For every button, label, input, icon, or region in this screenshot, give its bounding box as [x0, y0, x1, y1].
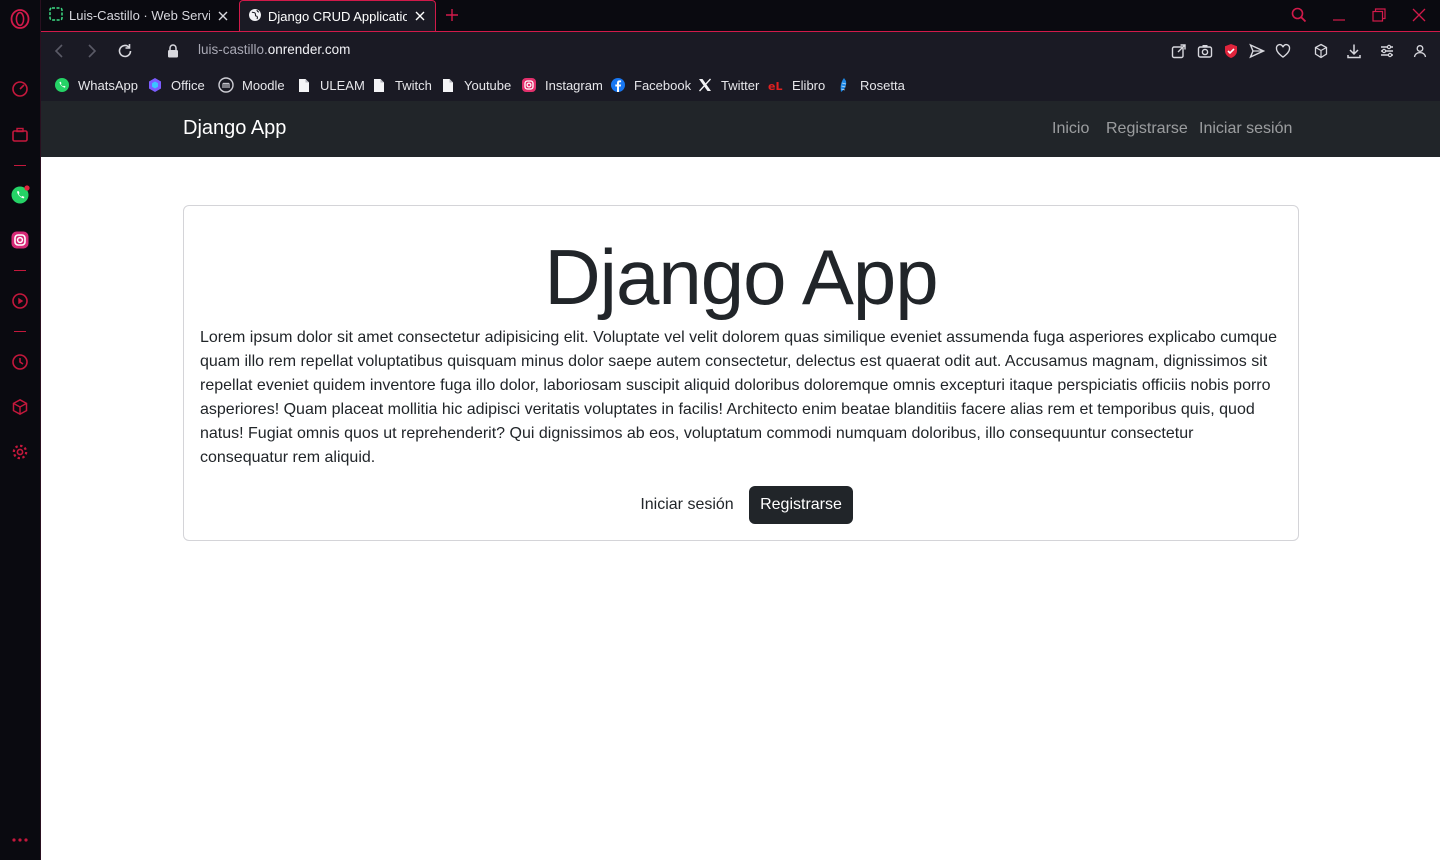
forward-arrow-icon[interactable]: [81, 40, 103, 62]
tab-title: Django CRUD Application: [268, 8, 407, 24]
svg-text:eL: eL: [768, 80, 782, 93]
elibro-icon: eL: [768, 77, 784, 93]
nav-link-registrarse[interactable]: Registrarse: [1106, 120, 1188, 138]
instagram-sidebar-icon[interactable]: [9, 229, 31, 251]
bookmark-label: Twitter: [721, 77, 760, 93]
close-icon[interactable]: [413, 9, 427, 23]
bookmark-youtube[interactable]: Youtube: [440, 75, 511, 95]
page-icon: [371, 77, 387, 93]
hero-card: Django App Lorem ipsum dolor sit amet co…: [183, 205, 1299, 541]
url-field[interactable]: luis-castillo.onrender.com: [198, 42, 350, 57]
sidebar-divider: [14, 331, 26, 332]
bookmark-uleam[interactable]: ULEAM: [296, 75, 365, 95]
close-icon[interactable]: [216, 9, 230, 23]
camera-icon[interactable]: [1195, 41, 1215, 61]
bookmark-label: Youtube: [464, 77, 512, 93]
page-icon: [296, 77, 312, 93]
bookmark-label: Moodle: [242, 77, 285, 93]
heart-icon[interactable]: [1273, 41, 1293, 61]
easy-setup-icon[interactable]: [1377, 41, 1397, 61]
url-prefix: luis-castillo.: [198, 42, 268, 57]
hero-body-text: Lorem ipsum dolor sit amet consectetur a…: [200, 329, 1278, 466]
bookmark-instagram[interactable]: Instagram: [521, 75, 603, 95]
bookmarks-bar: WhatsApp Office Moodle ULEAM Twitch Yout…: [41, 69, 1440, 101]
office-icon: [147, 77, 163, 93]
bookmark-label: ULEAM: [320, 77, 365, 93]
whatsapp-sidebar-icon[interactable]: [9, 184, 31, 206]
new-tab-plus-icon[interactable]: [441, 4, 463, 26]
bookmark-label: Rosetta: [860, 77, 905, 93]
restore-icon[interactable]: [1367, 4, 1391, 26]
bookmark-label: Facebook: [634, 77, 692, 93]
bookmark-label: Twitch: [395, 77, 432, 93]
sidebar-divider: [14, 165, 26, 166]
nav-link-inicio[interactable]: Inicio: [1052, 120, 1089, 138]
bookmark-label: Office: [171, 77, 205, 93]
bookmark-twitch[interactable]: Twitch: [371, 75, 432, 95]
bookmark-office[interactable]: Office: [147, 75, 205, 95]
opera-logo-icon[interactable]: [9, 8, 31, 30]
web-page: Django App Inicio Registrarse Iniciar se…: [41, 101, 1440, 860]
instagram-icon: [521, 77, 537, 93]
tab-title: Luis-Castillo · Web Service: [69, 8, 210, 23]
tab-strip: Luis-Castillo · Web Service Django CRUD …: [41, 0, 1440, 31]
share-icon[interactable]: [1169, 41, 1189, 61]
search-tabs-icon[interactable]: [1287, 4, 1311, 26]
register-button[interactable]: Registrarse: [749, 486, 853, 524]
bookmark-label: WhatsApp: [78, 77, 138, 93]
back-arrow-icon[interactable]: [48, 40, 70, 62]
bookmark-elibro[interactable]: eL Elibro: [768, 75, 825, 95]
site-navbar: Django App Inicio Registrarse Iniciar se…: [41, 101, 1440, 157]
facebook-icon: [610, 77, 626, 93]
minimize-icon[interactable]: [1327, 4, 1351, 26]
reload-icon[interactable]: [114, 40, 136, 62]
close-window-icon[interactable]: [1407, 4, 1431, 26]
url-domain: onrender.com: [267, 42, 351, 57]
history-icon[interactable]: [9, 351, 31, 373]
address-bar: luis-castillo.onrender.com: [41, 31, 1440, 69]
speed-dial-icon[interactable]: [9, 78, 31, 100]
bookmark-twitter[interactable]: Twitter: [697, 75, 759, 95]
hero-title: Django App: [544, 233, 938, 321]
tab-render-service[interactable]: Luis-Castillo · Web Service: [41, 0, 238, 31]
whatsapp-icon: [54, 77, 70, 93]
bookmark-moodle[interactable]: Moodle: [218, 75, 285, 95]
render-icon: [49, 7, 63, 24]
profile-icon[interactable]: [1410, 41, 1430, 61]
bookmark-label: Instagram: [545, 77, 603, 93]
nav-link-iniciar-sesion[interactable]: Iniciar sesión: [1199, 120, 1292, 138]
adblock-shield-icon[interactable]: [1221, 41, 1241, 61]
page-icon: [440, 77, 456, 93]
bookmark-rosetta[interactable]: Rosetta: [836, 75, 905, 95]
bookmark-whatsapp[interactable]: WhatsApp: [54, 75, 138, 95]
sidebar-divider: [14, 270, 26, 271]
player-icon[interactable]: [9, 290, 31, 312]
moodle-icon: [218, 77, 234, 93]
login-button[interactable]: Iniciar sesión: [636, 486, 738, 524]
settings-gear-icon[interactable]: [9, 441, 31, 463]
bookmark-label: Elibro: [792, 77, 826, 93]
rosetta-icon: [836, 77, 852, 93]
x-icon: [697, 77, 713, 93]
more-dots-icon[interactable]: [9, 829, 31, 851]
navbar-brand[interactable]: Django App: [183, 117, 286, 140]
extensions-cube-icon[interactable]: [9, 396, 31, 418]
bookmark-facebook[interactable]: Facebook: [610, 75, 691, 95]
browser-window: Luis-Castillo · Web Service Django CRUD …: [0, 0, 1440, 860]
globe-icon: [248, 8, 262, 25]
lock-icon[interactable]: [162, 40, 184, 62]
send-icon[interactable]: [1247, 41, 1267, 61]
opera-sidebar: [0, 0, 41, 860]
download-icon[interactable]: [1344, 41, 1364, 61]
briefcase-icon[interactable]: [9, 124, 31, 146]
extensions-icon[interactable]: [1311, 41, 1331, 61]
tab-django-crud[interactable]: Django CRUD Application: [239, 0, 436, 31]
